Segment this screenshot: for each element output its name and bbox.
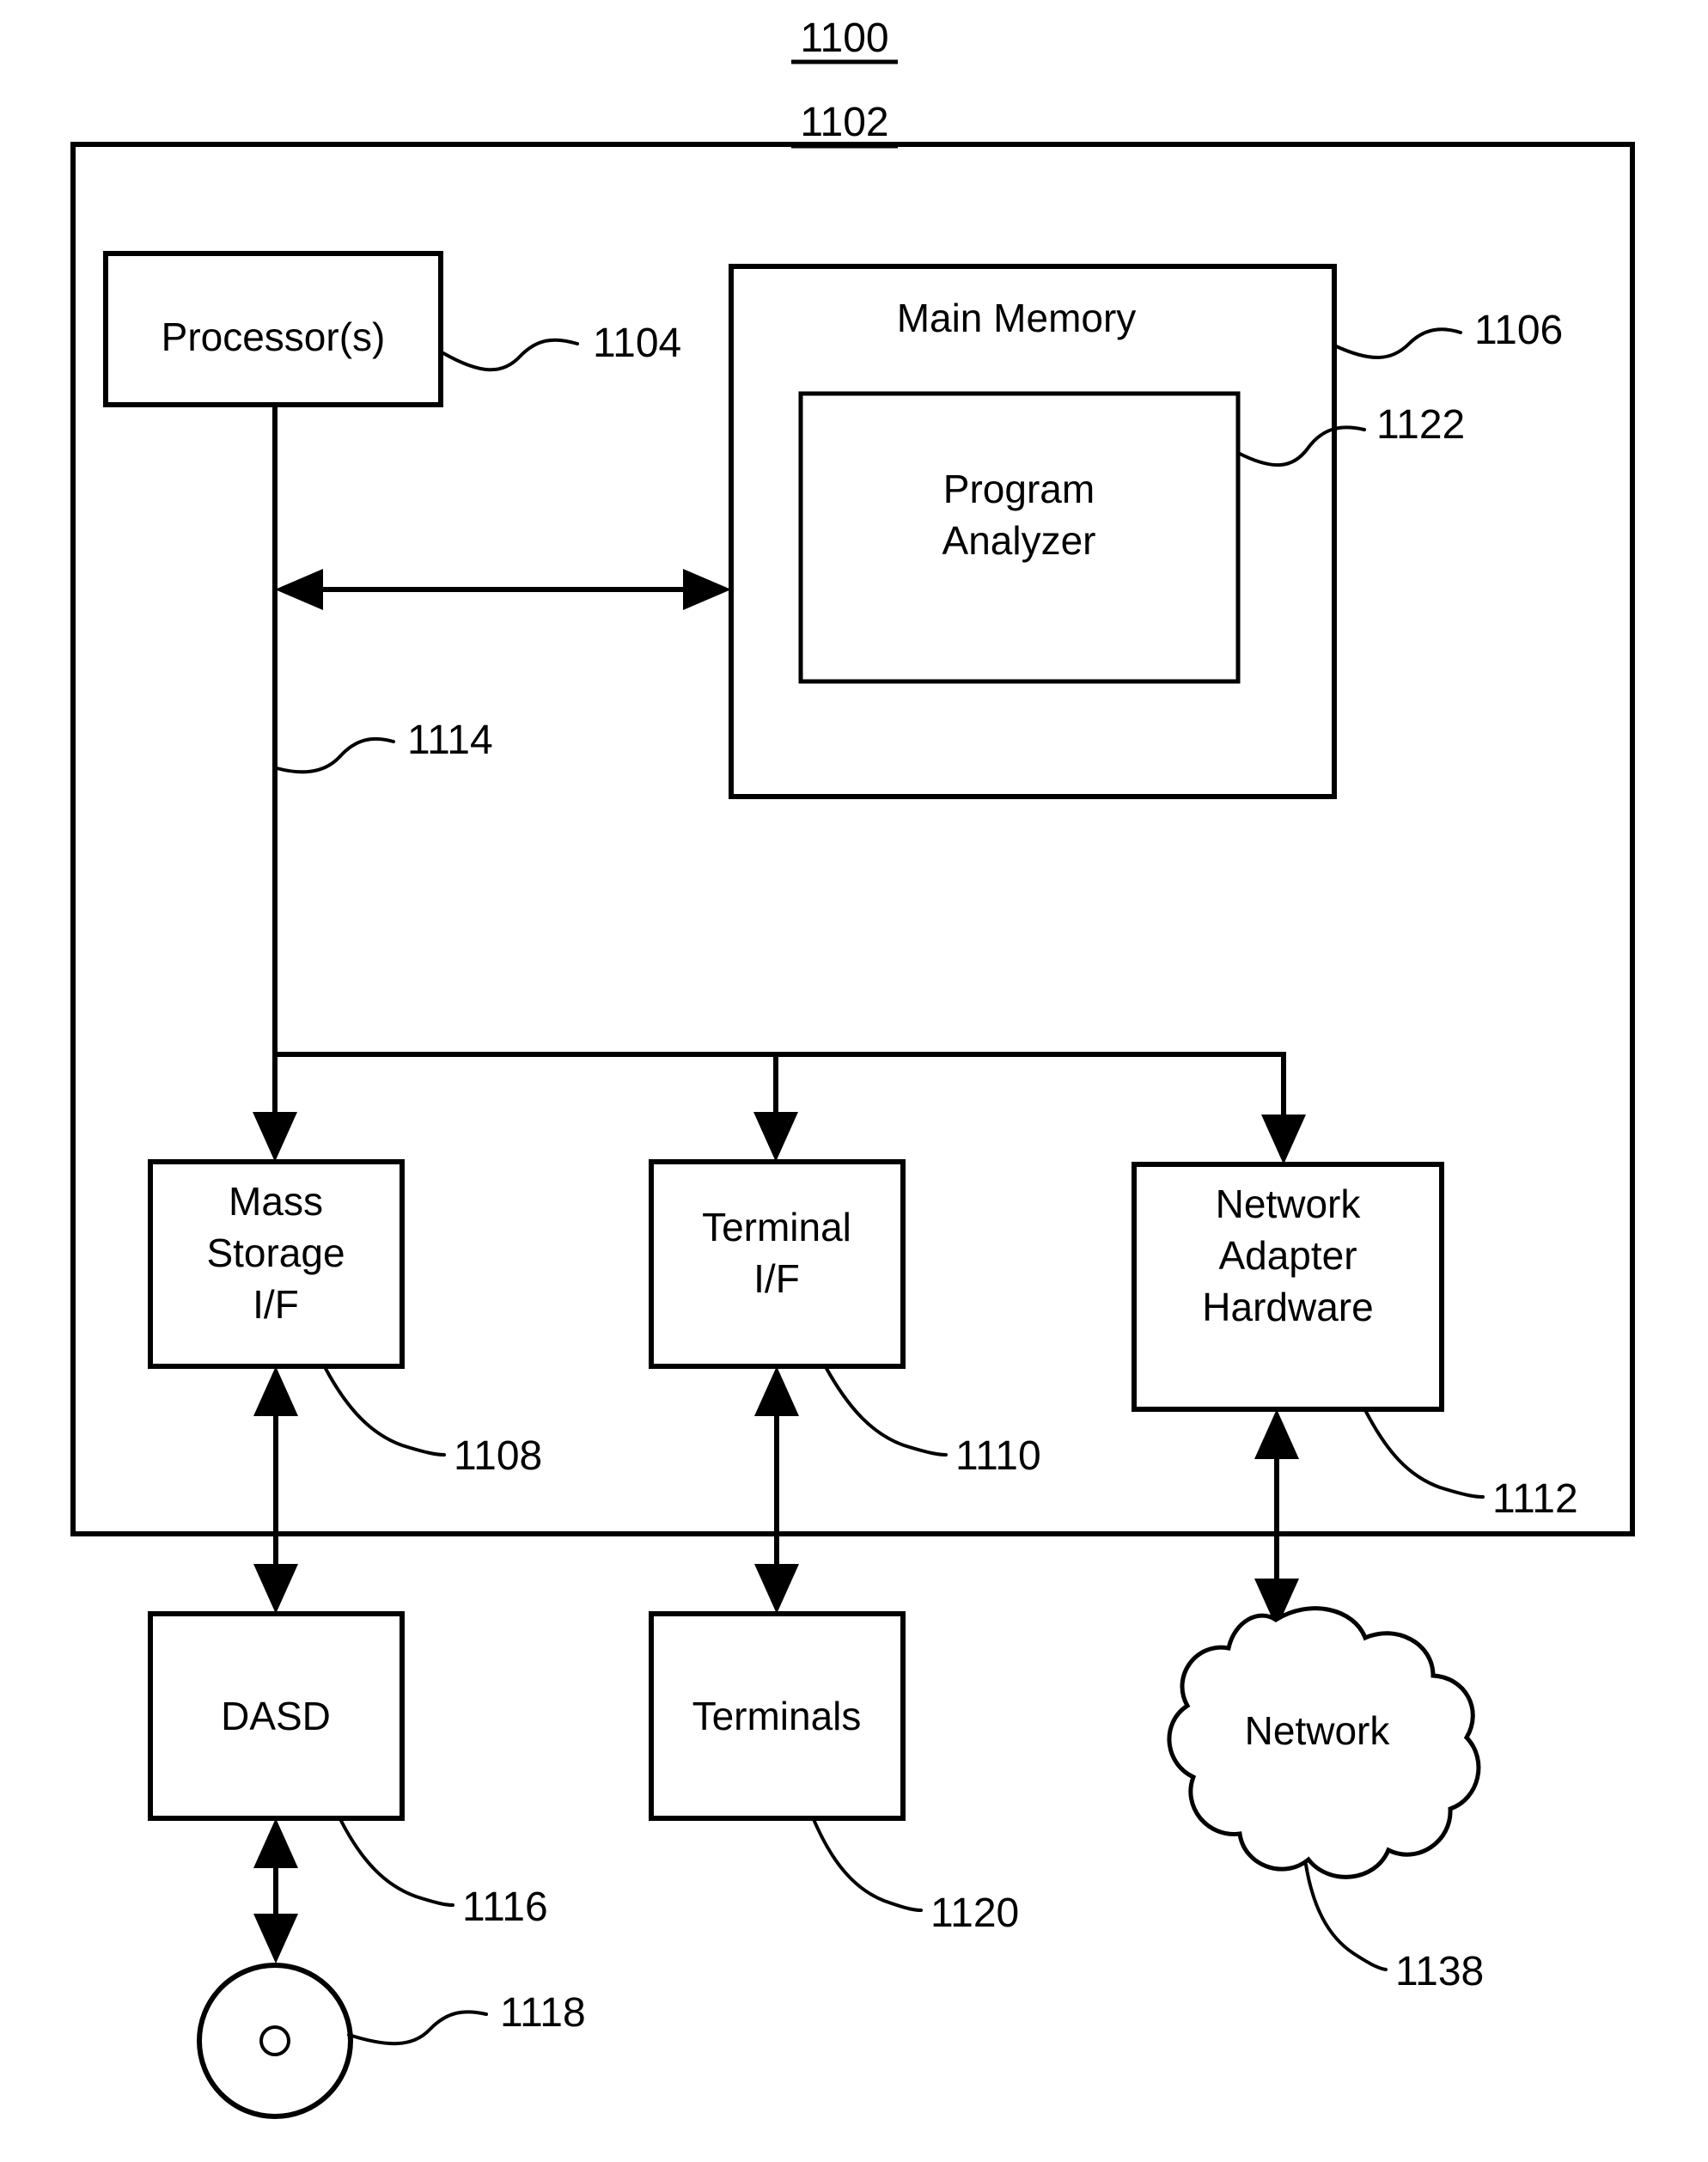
bus-ref-number: 1114	[407, 718, 493, 763]
program-analyzer-ref-number: 1122	[1376, 402, 1465, 448]
terminals-ref-leader	[811, 1816, 923, 1912]
program-analyzer-ref-leader	[1236, 425, 1366, 467]
mass-storage-if-ref-number: 1108	[454, 1433, 542, 1479]
disk-platter-spindle-circle	[259, 2025, 290, 2056]
mass-storage-if-label-line3: I/F	[253, 1282, 299, 1327]
patent-figure-diagram: 1100 1102 Processor(s) 1104 Main Memory …	[0, 0, 1708, 2162]
terminal-if-ref-number: 1110	[955, 1433, 1041, 1479]
bus-drop-network-adapter-arrowhead	[1261, 1115, 1306, 1164]
bus-drop-terminal-arrowhead	[753, 1112, 798, 1162]
dasd-label: DASD	[221, 1694, 331, 1738]
network-ref-number: 1138	[1395, 1949, 1484, 1994]
dasd-ref-leader	[338, 1816, 454, 1907]
main-memory-label: Main Memory	[897, 296, 1137, 340]
terminals-label: Terminals	[692, 1694, 862, 1738]
disk-ref-leader	[347, 2010, 488, 2046]
ref-number-1102: 1102	[791, 100, 898, 149]
network-adapter-to-network-arrowhead-up	[1254, 1409, 1299, 1459]
mass-storage-if-label-line2: Storage	[206, 1231, 345, 1275]
mass-storage-if-block: Mass Storage I/F	[148, 1159, 405, 1369]
terminal-if-to-terminals-arrowhead-up	[754, 1366, 799, 1416]
ref-number-1102-text: 1102	[800, 100, 888, 145]
program-analyzer-block: Program Analyzer	[798, 391, 1241, 684]
terminal-if-block: Terminal I/F	[649, 1159, 906, 1369]
network-adapter-ref-number: 1112	[1492, 1476, 1578, 1522]
terminal-if-ref-leader	[823, 1364, 948, 1457]
processor-ref-number: 1104	[593, 321, 681, 366]
bus-ref-leader	[275, 736, 395, 774]
program-analyzer-label-line1: Program	[943, 467, 1095, 511]
network-adapter-label-line3: Hardware	[1202, 1285, 1373, 1329]
program-analyzer-label-line2: Analyzer	[942, 518, 1096, 563]
disk-platter-icon	[197, 1963, 353, 2119]
terminals-ref-number: 1120	[930, 1890, 1019, 1936]
terminal-if-label-line2: I/F	[753, 1256, 800, 1301]
mass-storage-to-dasd-arrowhead-up	[253, 1366, 298, 1416]
network-adapter-ref-leader	[1363, 1407, 1485, 1499]
disk-ref-number: 1118	[500, 1990, 586, 2036]
network-label: Network	[1245, 1708, 1391, 1753]
network-adapter-label-line1: Network	[1216, 1182, 1362, 1226]
dasd-block: DASD	[148, 1611, 405, 1821]
figure-number-1100-text: 1100	[800, 15, 888, 61]
terminal-if-to-terminals-arrowhead-down	[754, 1564, 799, 1614]
main-memory-ref-number: 1106	[1474, 308, 1563, 353]
processor-block: Processor(s)	[103, 251, 443, 407]
mass-storage-to-dasd-arrowhead-down	[253, 1564, 298, 1614]
network-ref-leader	[1304, 1863, 1388, 1971]
network-adapter-block: Network Adapter Hardware	[1132, 1162, 1444, 1412]
bus-drop-mass-storage-arrowhead	[253, 1112, 297, 1162]
dasd-to-disk-arrowhead-down	[253, 1914, 298, 1964]
network-cloud-block: Network	[1167, 1606, 1481, 1879]
bus-memory-arrowhead-left	[275, 569, 323, 610]
mass-storage-if-ref-leader	[322, 1364, 446, 1457]
figure-canvas: 1100 1102 Processor(s) 1104 Main Memory …	[70, 15, 1635, 2119]
processor-ref-leader	[442, 338, 579, 372]
figure-number-1100: 1100	[791, 15, 898, 64]
terminal-if-label-line1: Terminal	[702, 1205, 851, 1249]
terminals-block: Terminals	[649, 1611, 906, 1821]
main-memory-ref-leader	[1333, 327, 1462, 359]
processor-label: Processor(s)	[162, 315, 386, 359]
dasd-to-disk-arrowhead-up	[253, 1818, 298, 1868]
mass-storage-if-label-line1: Mass	[229, 1179, 323, 1224]
bus-memory-arrowhead-right	[683, 569, 731, 610]
network-adapter-label-line2: Adapter	[1218, 1233, 1357, 1278]
dasd-ref-number: 1116	[462, 1884, 548, 1930]
